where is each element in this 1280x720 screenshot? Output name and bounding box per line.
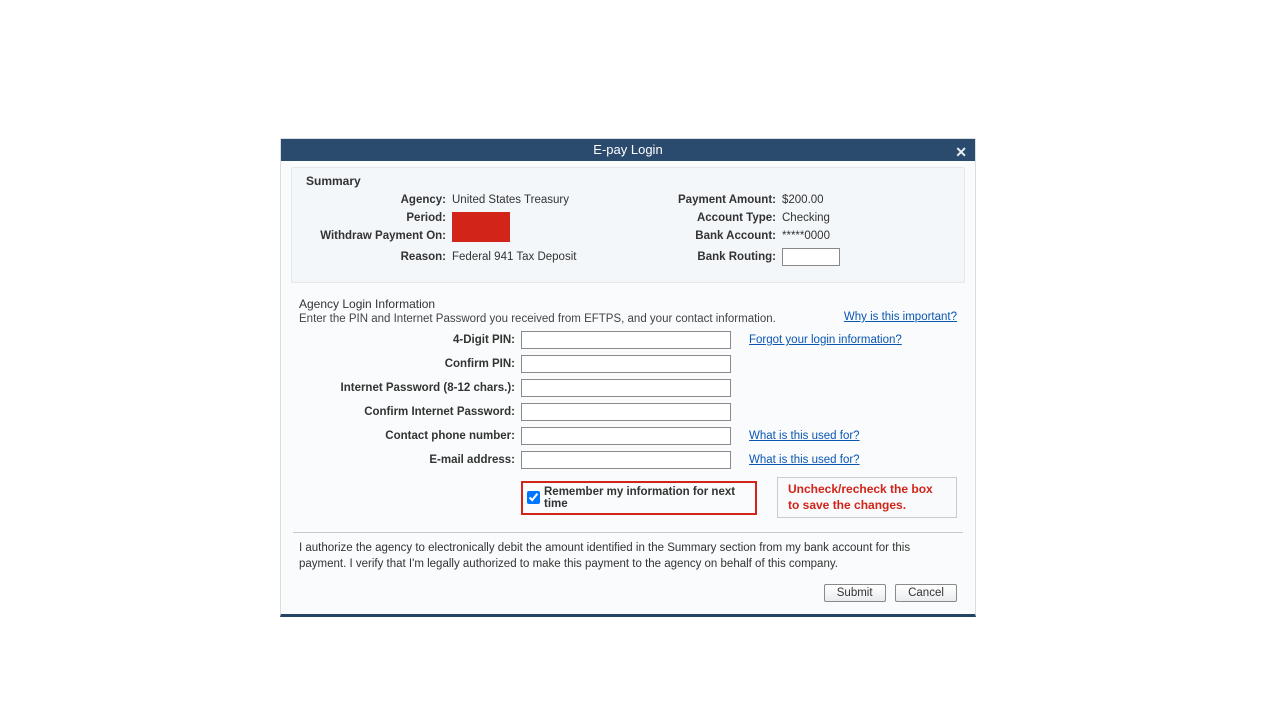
agency-title: Agency Login Information <box>299 297 957 311</box>
confirm-pin-input[interactable] <box>521 355 731 373</box>
bank-routing-value <box>782 248 952 266</box>
bank-routing-input[interactable] <box>782 248 840 266</box>
period-redacted-block <box>452 212 510 242</box>
summary-grid: Agency: United States Treasury Payment A… <box>300 194 956 266</box>
forgot-login-link[interactable]: Forgot your login information? <box>743 334 957 346</box>
phone-label: Contact phone number: <box>299 430 515 442</box>
pin-label: 4-Digit PIN: <box>299 334 515 346</box>
summary-title: Summary <box>306 174 956 188</box>
submit-button[interactable]: Submit <box>824 584 886 602</box>
phone-input[interactable] <box>521 427 731 445</box>
confirm-password-input[interactable] <box>521 403 731 421</box>
pin-input[interactable] <box>521 331 731 349</box>
email-input[interactable] <box>521 451 731 469</box>
remember-checkbox[interactable] <box>527 491 540 504</box>
account-type-label: Account Type: <box>652 212 782 224</box>
confirm-pin-label: Confirm PIN: <box>299 358 515 370</box>
password-input[interactable] <box>521 379 731 397</box>
agency-value: United States Treasury <box>452 194 652 206</box>
agency-hint: Enter the PIN and Internet Password you … <box>299 313 776 325</box>
withdraw-label: Withdraw Payment On: <box>302 230 452 242</box>
divider <box>293 532 963 533</box>
bank-routing-label: Bank Routing: <box>652 251 782 263</box>
bank-account-label: Bank Account: <box>652 230 782 242</box>
email-label: E-mail address: <box>299 454 515 466</box>
bank-account-value: *****0000 <box>782 230 952 242</box>
payment-amount-value: $200.00 <box>782 194 952 206</box>
summary-panel: Summary Agency: United States Treasury P… <box>291 167 965 283</box>
remember-info-highlight: Remember my information for next time <box>521 481 757 515</box>
remember-callout: Uncheck/recheck the box to save the chan… <box>777 477 957 518</box>
email-used-for-link[interactable]: What is this used for? <box>743 454 957 466</box>
epay-login-dialog: E-pay Login ✕ Summary Agency: United Sta… <box>280 138 976 617</box>
phone-used-for-link[interactable]: What is this used for? <box>743 430 957 442</box>
account-type-value: Checking <box>782 212 952 224</box>
reason-label: Reason: <box>302 251 452 263</box>
period-value <box>452 212 652 242</box>
payment-amount-label: Payment Amount: <box>652 194 782 206</box>
dialog-title-bar: E-pay Login ✕ <box>281 139 975 161</box>
period-label: Period: <box>302 212 452 224</box>
agency-label: Agency: <box>302 194 452 206</box>
button-row: Submit Cancel <box>281 584 957 602</box>
dialog-title: E-pay Login <box>593 142 662 157</box>
agency-login-section: Agency Login Information Enter the PIN a… <box>291 297 965 518</box>
cancel-button[interactable]: Cancel <box>895 584 957 602</box>
remember-label: Remember my information for next time <box>544 486 749 510</box>
confirm-password-label: Confirm Internet Password: <box>299 406 515 418</box>
reason-value: Federal 941 Tax Deposit <box>452 251 652 263</box>
password-label: Internet Password (8-12 chars.): <box>299 382 515 394</box>
why-important-link[interactable]: Why is this important? <box>844 311 957 323</box>
close-icon[interactable]: ✕ <box>955 141 967 163</box>
authorization-text: I authorize the agency to electronically… <box>299 541 957 572</box>
